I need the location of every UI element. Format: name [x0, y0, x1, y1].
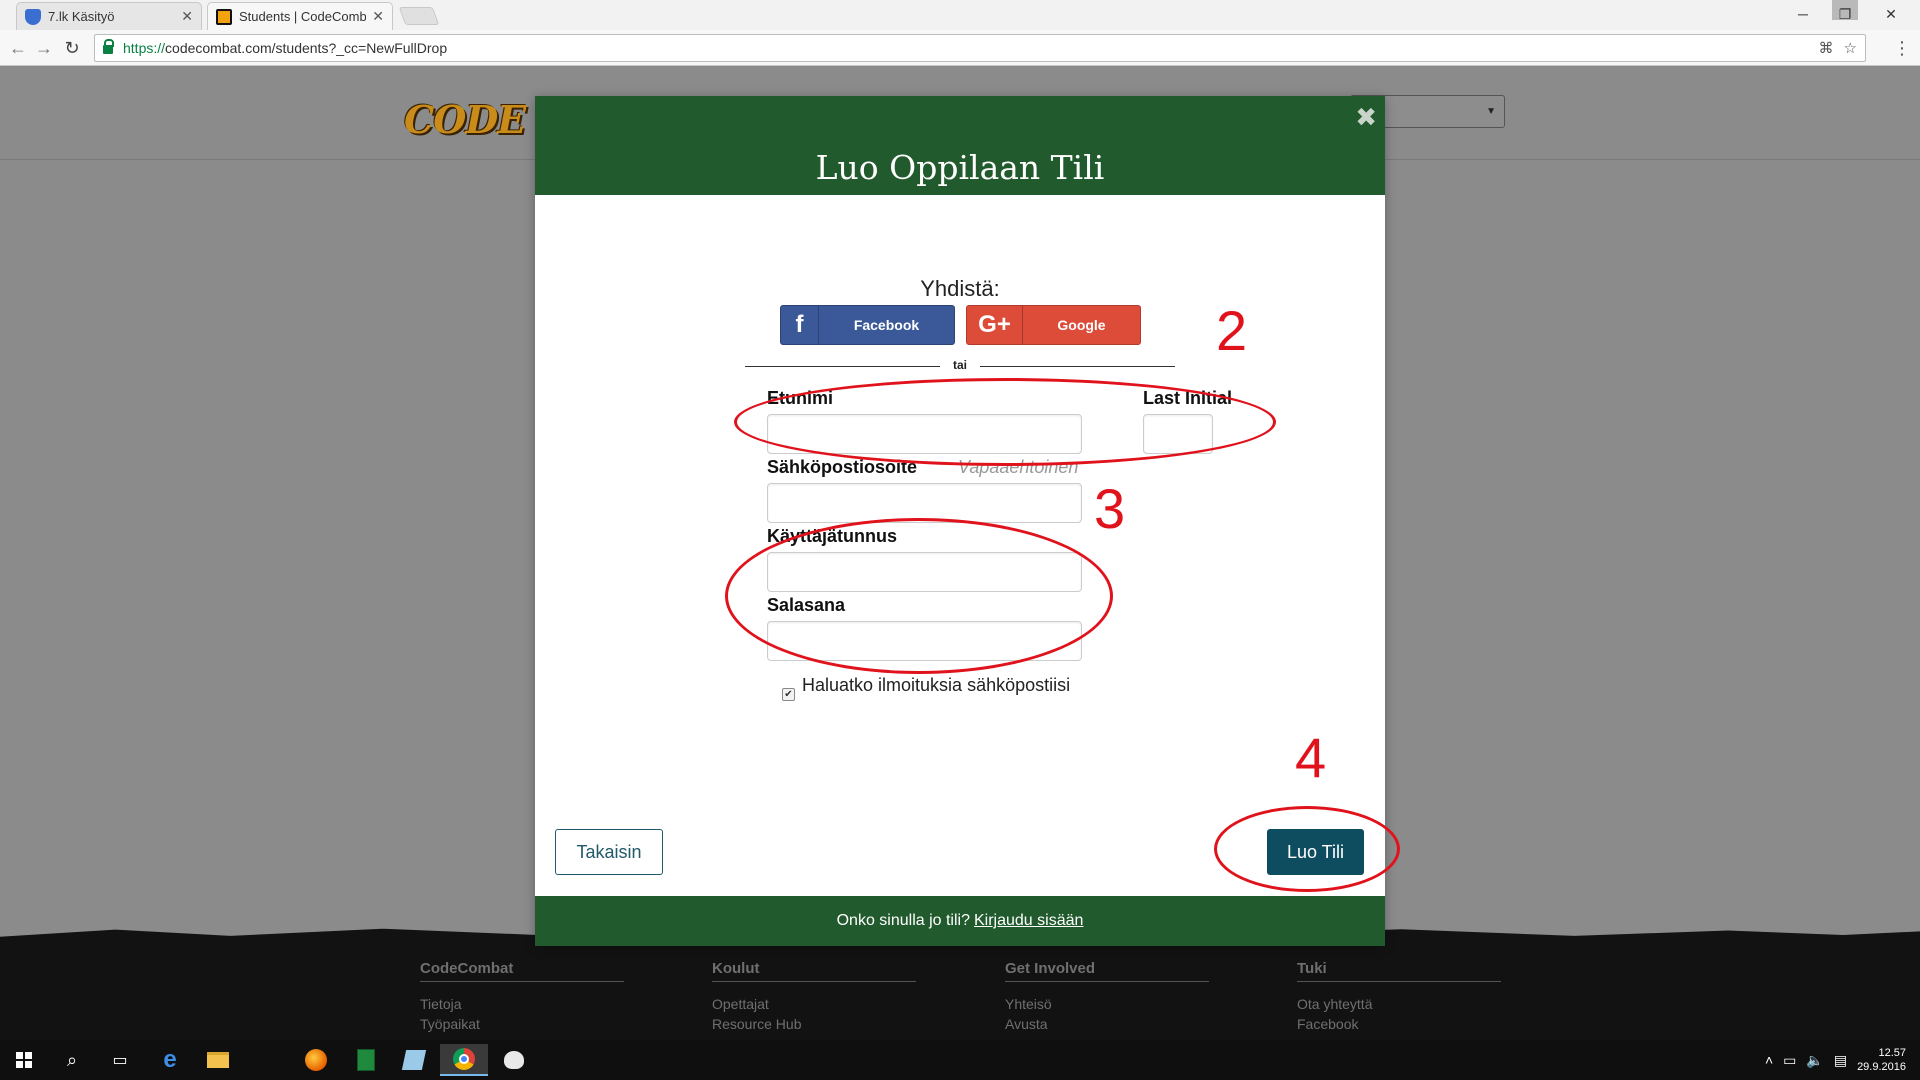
first-name-input[interactable]	[767, 414, 1082, 454]
codecombat-favicon-icon	[216, 8, 232, 25]
footer-heading: CodeCombat	[420, 960, 624, 982]
back-button[interactable]: Takaisin	[555, 829, 663, 875]
url-input[interactable]: https:// codecombat.com/students?_cc=New…	[94, 34, 1866, 62]
restore-icon[interactable]: ❐	[1822, 0, 1868, 28]
file-explorer-icon[interactable]	[194, 1044, 242, 1076]
google-signup-button[interactable]: G+ Google	[966, 305, 1141, 345]
tab-title: 7.lk Käsityö	[48, 9, 115, 24]
footer-column-get-involved: Get Involved Yhteisö Avusta	[1005, 960, 1209, 1034]
email-optional-hint: Vapaaehtoinen	[958, 457, 1079, 477]
forward-arrow-icon[interactable]: →	[32, 36, 56, 60]
email-label: Sähköpostiosoite	[767, 457, 918, 477]
username-label: Käyttäjätunnus	[767, 526, 898, 546]
task-view-icon[interactable]: ▭	[96, 1044, 144, 1076]
browser-tab-kasityo[interactable]: 7.lk Käsityö ✕	[16, 2, 202, 30]
site-shield-icon	[25, 8, 41, 25]
annotation-number-4: 4	[1295, 726, 1327, 789]
or-text: tai	[952, 358, 967, 372]
search-icon[interactable]: ⌕	[48, 1044, 96, 1076]
password-label: Salasana	[767, 595, 846, 615]
reload-icon[interactable]: ↻	[60, 36, 84, 60]
footer-link[interactable]: Ota yhteyttä	[1297, 994, 1501, 1014]
tray-overflow-icon[interactable]: ˄	[1765, 1052, 1773, 1068]
firefox-icon[interactable]	[292, 1044, 340, 1076]
modal-title: Luo Oppilaan Tili	[815, 148, 1105, 187]
newsletter-checkbox[interactable]: ✔	[782, 688, 795, 701]
volume-muted-icon[interactable]: 🔈	[1806, 1052, 1823, 1069]
or-divider: tai	[745, 358, 1175, 374]
minimize-icon[interactable]: ─	[1780, 0, 1826, 28]
footer-heading: Tuki	[1297, 960, 1501, 982]
footer-link[interactable]: Facebook	[1297, 1014, 1501, 1034]
facebook-icon: f	[781, 306, 819, 344]
browser-tab-students[interactable]: Students | CodeCombat ✕	[207, 2, 393, 30]
modal-header: Luo Oppilaan Tili ✖	[535, 96, 1385, 195]
bookmark-star-icon[interactable]: ☆	[1844, 39, 1857, 57]
create-account-button[interactable]: Luo Tili	[1267, 829, 1364, 875]
email-field[interactable]	[767, 483, 1082, 523]
close-icon[interactable]: ✖	[1355, 102, 1377, 133]
footer-heading: Get Involved	[1005, 960, 1209, 982]
have-account-text: Onko sinulla jo tili?	[836, 912, 970, 929]
last-initial-label: Last Initial	[1143, 388, 1233, 408]
connect-label: Yhdistä:	[920, 276, 1000, 301]
footer-column-tuki: Tuki Ota yhteyttä Facebook	[1297, 960, 1501, 1034]
last-initial-input[interactable]	[1143, 414, 1213, 454]
modal-footer: Onko sinulla jo tili? Kirjaudu sisään	[535, 896, 1385, 946]
url-scheme: https://	[123, 40, 166, 56]
close-window-icon[interactable]: ✕	[1868, 0, 1914, 28]
footer-heading: Koulut	[712, 960, 916, 982]
facebook-signup-button[interactable]: f Facebook	[780, 305, 955, 345]
google-label: Google	[1057, 317, 1106, 333]
close-tab-icon[interactable]: ✕	[372, 8, 384, 25]
system-tray: ˄ ▭ 🔈 ▤ 12.57 29.9.2016	[1765, 1040, 1906, 1080]
login-link[interactable]: Kirjaudu sisään	[974, 912, 1083, 930]
url-path: codecombat.com/students?_cc=NewFullDrop	[165, 40, 448, 56]
notebook-app-icon[interactable]	[390, 1044, 438, 1076]
facebook-label: Facebook	[853, 317, 920, 333]
clock-date: 29.9.2016	[1857, 1061, 1906, 1073]
paint-app-icon[interactable]	[490, 1044, 538, 1076]
spreadsheet-app-icon[interactable]	[342, 1044, 390, 1076]
notifications-icon[interactable]: ▤	[1834, 1052, 1847, 1069]
address-bar-row: ← → ↻ https:// codecombat.com/students?_…	[0, 30, 1920, 66]
newsletter-label: Haluatko ilmoituksia sähköpostiisi	[802, 675, 1071, 695]
footer-link[interactable]: Työpaikat	[420, 1014, 624, 1034]
footer-link[interactable]: Resource Hub	[712, 1014, 916, 1034]
browser-tab-bar: 7.lk Käsityö ✕ Students | CodeCombat ✕ ─…	[0, 0, 1920, 30]
chrome-icon[interactable]	[440, 1044, 488, 1076]
dropdown-caret-icon: ▼	[1486, 106, 1496, 117]
close-tab-icon[interactable]: ✕	[181, 8, 193, 25]
footer-column-codecombat: CodeCombat Tietoja Työpaikat	[420, 960, 624, 1034]
footer-link[interactable]: Tietoja	[420, 994, 624, 1014]
footer-link[interactable]: Yhteisö	[1005, 994, 1209, 1014]
tab-title: Students | CodeCombat	[239, 9, 367, 24]
annotation-number-3: 3	[1094, 477, 1126, 540]
new-tab-button[interactable]	[398, 7, 440, 25]
back-arrow-icon[interactable]: ←	[6, 36, 30, 60]
network-icon[interactable]: ▭	[1783, 1052, 1796, 1069]
edge-browser-icon[interactable]: e	[146, 1044, 194, 1076]
footer-link[interactable]: Opettajat	[712, 994, 916, 1014]
browser-menu-icon[interactable]: ⋮	[1892, 36, 1912, 60]
password-input[interactable]	[767, 621, 1082, 661]
first-name-label: Etunimi	[767, 388, 833, 408]
annotation-number-2: 2	[1216, 299, 1248, 362]
username-input[interactable]	[767, 552, 1082, 592]
secure-lock-icon	[103, 39, 114, 54]
google-plus-icon: G+	[967, 306, 1023, 344]
translate-icon[interactable]: ⌘	[1819, 39, 1834, 57]
footer-link[interactable]: Avusta	[1005, 1014, 1209, 1034]
footer-column-koulut: Koulut Opettajat Resource Hub	[712, 960, 916, 1034]
start-button[interactable]	[0, 1044, 48, 1076]
windows-logo-icon	[16, 1052, 32, 1068]
windows-taskbar: ⌕ ▭ e ˄ ▭ 🔈 ▤ 12.57 29.9.2016	[0, 1040, 1920, 1080]
create-student-account-modal: Luo Oppilaan Tili ✖ Yhdistä: f Facebook …	[535, 96, 1385, 946]
clock-time: 12.57	[1878, 1047, 1906, 1059]
system-clock[interactable]: 12.57 29.9.2016	[1857, 1046, 1906, 1074]
